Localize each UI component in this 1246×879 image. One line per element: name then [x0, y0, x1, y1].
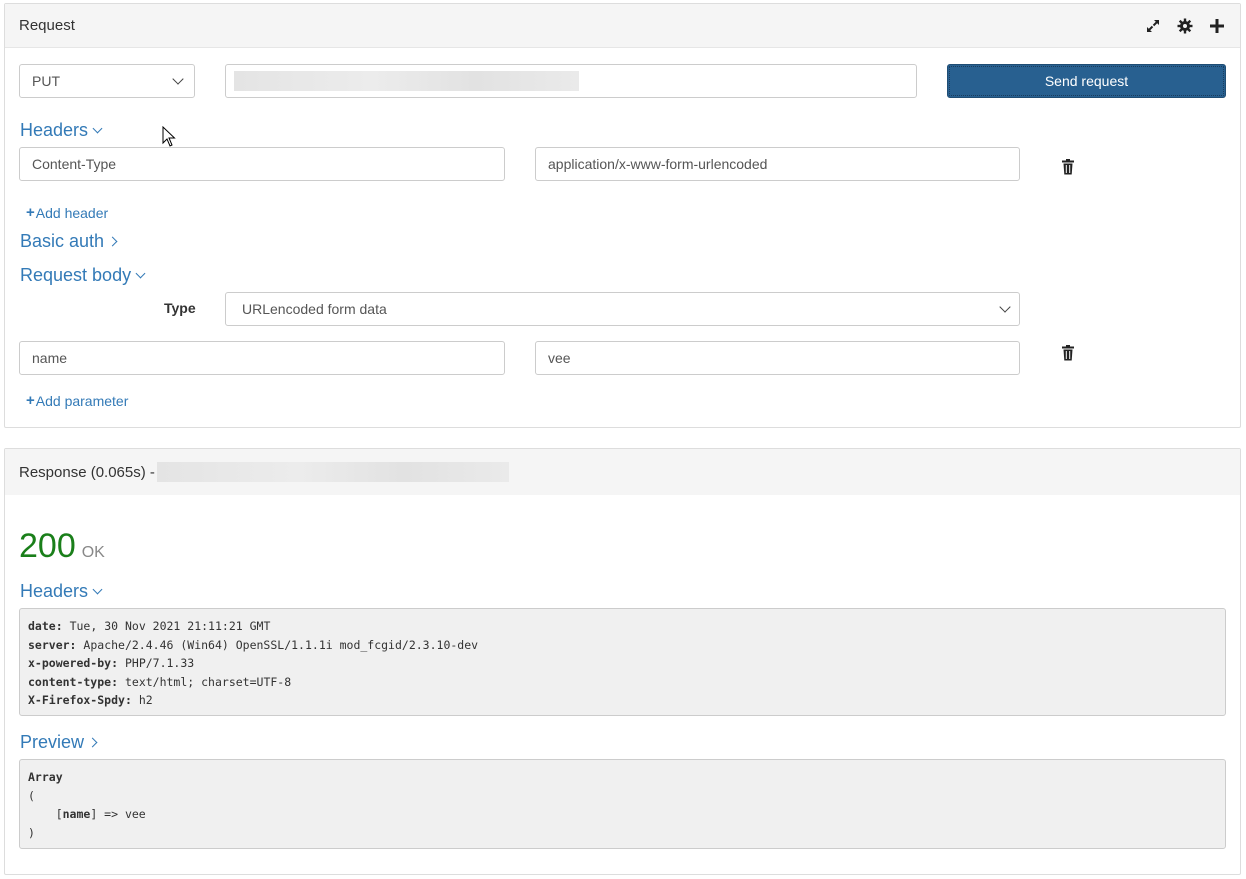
chevron-down-icon — [92, 123, 103, 133]
response-header-key: date — [28, 619, 56, 633]
response-header-value: PHP/7.1.33 — [124, 656, 195, 670]
status-code: 200 — [19, 527, 76, 565]
headers-toggle[interactable]: Headers — [20, 120, 103, 141]
header-name-value: Content-Type — [32, 156, 117, 172]
mouse-cursor-icon — [162, 126, 176, 147]
method-select-value: PUT — [32, 73, 60, 89]
basic-auth-toggle[interactable]: Basic auth — [20, 231, 118, 252]
request-body-toggle[interactable]: Request body — [20, 265, 146, 286]
add-header-label: Add header — [35, 204, 109, 221]
body-type-select[interactable]: URLencoded form data — [225, 292, 1020, 326]
headers-toggle-label: Headers — [20, 120, 89, 140]
param-name-value: name — [32, 350, 68, 366]
add-parameter-link[interactable]: + Add parameter — [26, 392, 128, 409]
preview-line: Array — [28, 770, 63, 784]
chevron-right-icon — [87, 737, 98, 748]
send-request-button[interactable]: Send request — [947, 64, 1226, 98]
chevron-down-icon — [999, 301, 1011, 313]
response-header-row: date: Tue, 30 Nov 2021 21:11:21 GMT — [28, 619, 271, 633]
response-header-key: content-type — [28, 674, 112, 689]
header-name-input[interactable]: Content-Type — [19, 147, 505, 181]
response-header-row: x-powered-by: PHP/7.1.33 — [28, 656, 195, 670]
response-header-row: content-type: text/html; charset=UTF-8 — [28, 674, 292, 689]
response-header-key: server — [28, 637, 70, 652]
preview-line: [name] => vee — [28, 807, 146, 821]
response-header-key: x-powered-by — [28, 656, 112, 670]
param-value-value: vee — [548, 350, 571, 366]
chevron-down-icon — [92, 584, 103, 594]
preview-key: name — [62, 807, 91, 821]
response-header-value: h2 — [138, 693, 153, 707]
response-header-value: Tue, 30 Nov 2021 21:11:21 GMT — [69, 619, 271, 633]
redacted-response-url — [156, 462, 509, 482]
plus-icon: + — [26, 392, 35, 409]
response-header-value: text/html; charset=UTF-8 — [124, 674, 292, 689]
preview-line: ( — [28, 788, 35, 803]
param-name-input[interactable]: name — [19, 341, 505, 375]
chevron-down-icon — [172, 73, 184, 85]
status-line: 200 OK — [19, 527, 105, 566]
trash-icon[interactable] — [1061, 345, 1075, 361]
response-header-value: Apache/2.4.46 (Win64) OpenSSL/1.1.1i mod… — [83, 637, 479, 652]
add-parameter-label: Add parameter — [35, 392, 129, 409]
body-type-value: URLencoded form data — [242, 301, 387, 317]
plus-icon[interactable] — [1208, 17, 1226, 35]
preview-label: Preview — [20, 732, 85, 752]
plus-icon: + — [26, 204, 35, 221]
gear-icon[interactable] — [1176, 17, 1194, 35]
param-value-input[interactable]: vee — [535, 341, 1020, 375]
add-header-link[interactable]: + Add header — [26, 204, 108, 221]
response-panel-title: Response (0.065s) - — [19, 463, 155, 481]
body-type-label: Type — [164, 300, 196, 316]
preview-box: Array ( [name] => vee ) — [19, 759, 1226, 849]
request-body-label: Request body — [20, 265, 132, 285]
request-panel-actions — [1144, 17, 1226, 35]
expand-icon[interactable] — [1144, 17, 1162, 35]
redacted-url — [234, 71, 579, 91]
chevron-right-icon — [107, 236, 118, 247]
response-headers-box: date: Tue, 30 Nov 2021 21:11:21 GMT serv… — [19, 608, 1226, 716]
trash-icon[interactable] — [1061, 159, 1075, 175]
chevron-down-icon — [135, 268, 146, 278]
preview-toggle[interactable]: Preview — [20, 732, 98, 753]
response-headers-toggle[interactable]: Headers — [20, 581, 103, 602]
preview-line: ) — [28, 825, 35, 840]
response-header-row: server: Apache/2.4.46 (Win64) OpenSSL/1.… — [28, 637, 479, 652]
response-header-row: X-Firefox-Spdy: h2 — [28, 693, 153, 707]
header-value-value: application/x-www-form-urlencoded — [548, 156, 768, 172]
status-text: OK — [81, 544, 105, 561]
method-select[interactable]: PUT — [19, 64, 195, 98]
header-value-input[interactable]: application/x-www-form-urlencoded — [535, 147, 1020, 181]
request-panel-title: Request — [19, 17, 75, 34]
request-panel-heading: Request — [5, 4, 1240, 48]
basic-auth-label: Basic auth — [20, 231, 105, 251]
url-input[interactable] — [225, 64, 917, 98]
response-headers-label: Headers — [20, 581, 89, 601]
response-header-key: X-Firefox-Spdy — [28, 693, 125, 707]
response-panel-heading: Response (0.065s) - — [5, 449, 1240, 495]
